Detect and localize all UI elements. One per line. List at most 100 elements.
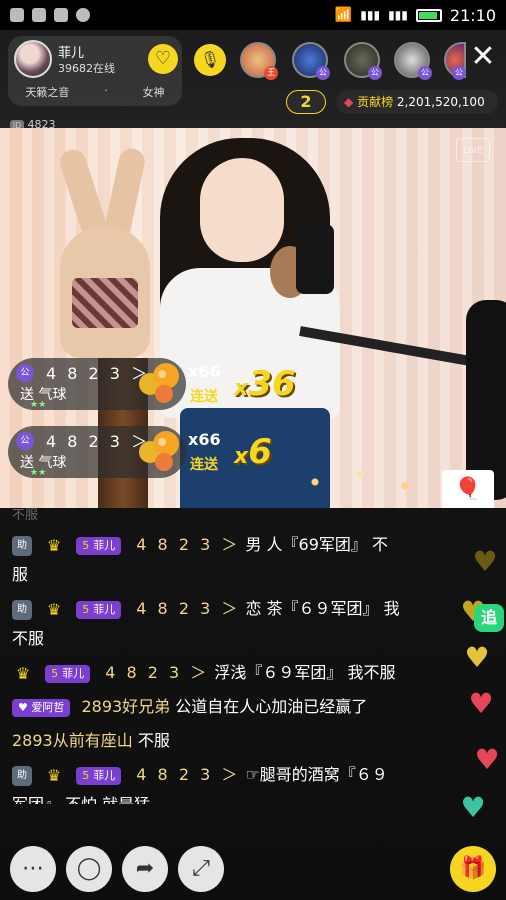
chat-faded-line: 不服	[12, 508, 39, 523]
balloon-icon	[139, 363, 179, 403]
fan-badge: 5 菲儿	[76, 766, 122, 785]
chat-text: 不服	[137, 731, 170, 750]
host-tags: 天籁之音 · 女神	[8, 84, 182, 100]
gift-combo-number: 6	[248, 432, 272, 472]
chat-username[interactable]: 2893好兄弟	[81, 697, 170, 716]
chat-message: 助 ♛ 5 菲儿 4 8 2 3 ＞ 男 人『69军团』 不服	[12, 530, 402, 590]
assistant-badge: 助	[12, 599, 32, 620]
gift-user-badge-icon: 公	[16, 364, 34, 382]
smiley-icon	[76, 8, 90, 22]
chat-message: 助 ♛ 5菲儿 4 8 2 3 ＞ ☞腿哥的酒窝『６９军团』 不怕 就是猛	[12, 760, 402, 804]
follow-button[interactable]: ♡	[148, 44, 178, 74]
host-avatar[interactable]	[14, 40, 52, 78]
studio-microphone	[296, 224, 334, 294]
bunny-toy-dress	[72, 278, 138, 328]
crown-icon: ♛	[46, 535, 62, 555]
chat-button[interactable]: ◯	[66, 846, 112, 892]
chat-username[interactable]: 4 8 2 3 ＞	[136, 535, 240, 554]
close-button[interactable]: ✕	[466, 40, 500, 74]
live-room-screen: 📶 ▮▮▮ ▮▮▮ 21:10 菲儿 39682在线 ♡ 天籁之音 · 女神 🎙…	[0, 0, 506, 900]
link-mic-button[interactable]: 🎙	[194, 44, 226, 76]
gift-button[interactable]: 🎁	[450, 846, 496, 892]
contrib-value: 2,201,520,100	[396, 95, 485, 109]
gift-stars-icon: ★★	[30, 468, 47, 478]
status-left-icons	[10, 8, 90, 22]
chat-message: ♥ 爱阿哲 2893好兄弟 公道自在人心加油已经赢了	[12, 692, 402, 722]
floating-heart-icon: ♥	[468, 687, 494, 720]
assistant-badge: 助	[12, 765, 32, 786]
balloon-gift-thumbnail[interactable]: 🎈	[442, 470, 494, 508]
gift-combo: x6	[234, 432, 272, 472]
host-online-count: 39682在线	[58, 62, 115, 75]
signal-icon: ▮▮▮	[388, 8, 408, 22]
fullscreen-button[interactable]: ⤢	[178, 846, 224, 892]
gift-combo: x36	[234, 364, 296, 404]
fan-badge: ♥ 爱阿哲	[12, 698, 71, 717]
host-tag: 天籁之音	[25, 86, 70, 99]
singer-face	[200, 158, 284, 262]
fan-name: 爱阿哲	[31, 700, 65, 714]
wifi-icon: 📶	[334, 7, 353, 23]
gallery-icon	[54, 8, 68, 22]
fan-badge: 5 菲儿	[76, 536, 122, 555]
more-dots-icon: ⋯	[22, 856, 44, 881]
gift-sender[interactable]: 4 8 2 3 ＞	[46, 428, 150, 452]
gift-combo-label: 连送	[190, 457, 218, 473]
viewer-badge: 公	[316, 66, 330, 80]
qq-alt-icon	[32, 8, 46, 22]
viewer-badge: 公	[452, 66, 466, 80]
floating-heart-icon: ♥	[460, 791, 486, 824]
viewer-avatar[interactable]: 公	[394, 42, 432, 80]
chat-message: ♛ 5 菲儿 4 8 2 3 ＞ 浮浅『６９军团』 我不服	[12, 658, 402, 688]
chat-username[interactable]: 2893从前有座山	[12, 731, 133, 750]
floating-heart-icon: ♥	[472, 545, 498, 578]
viewer-avatar[interactable]: 公	[444, 42, 466, 80]
gift-banner: 公 4 8 2 3 ＞ 送 气球 ★★ x66 连送 x36	[8, 358, 308, 410]
gift-count: x66	[188, 430, 221, 449]
viewer-badge: 公	[368, 66, 382, 80]
viewer-avatar[interactable]: 公	[292, 42, 330, 80]
microphone-icon: 🎙	[199, 50, 221, 69]
viewer-avatar[interactable]: 王	[240, 42, 278, 80]
gift-sender[interactable]: 4 8 2 3 ＞	[46, 360, 150, 384]
fan-level: 5	[82, 768, 90, 782]
fan-level: 5	[82, 602, 90, 616]
balloon-icon	[139, 431, 179, 471]
viewer-avatar[interactable]: 公	[344, 42, 382, 80]
clock: 21:10	[449, 5, 496, 25]
fan-name: 菲儿	[93, 768, 116, 782]
contribution-rank-button[interactable]: ◆ 贡献榜 2,201,520,100	[336, 90, 498, 114]
floating-heart-icon: ♥	[464, 641, 490, 674]
chat-list[interactable]: 助 ♛ 5 菲儿 4 8 2 3 ＞ 男 人『69军团』 不服 助 ♛ 5 菲儿 4…	[12, 530, 402, 808]
hour-rank-button[interactable]: 2	[286, 90, 326, 114]
bottom-toolbar: ⋯ ◯ ➦ ⤢ 🎁	[0, 840, 506, 900]
more-button[interactable]: ⋯	[10, 846, 56, 892]
chat-text: 公道自在人心加油已经赢了	[175, 697, 368, 716]
heart-plus-icon: ♡	[154, 48, 172, 69]
fan-name: 菲儿	[93, 538, 116, 552]
expand-icon: ⤢	[192, 856, 210, 881]
crown-icon: ♛	[46, 765, 62, 785]
host-name: 菲儿	[58, 46, 85, 61]
host-card[interactable]: 菲儿 39682在线 ♡ 天籁之音 · 女神	[8, 36, 182, 106]
chat-username[interactable]: 4 8 2 3 ＞	[105, 663, 209, 682]
share-icon: ➦	[135, 856, 155, 881]
chat-username[interactable]: 4 8 2 3 ＞	[136, 765, 240, 784]
share-button[interactable]: ➦	[122, 846, 168, 892]
close-icon: ✕	[470, 39, 496, 74]
chat-message: 助 ♛ 5 菲儿 4 8 2 3 ＞ 恋 茶『６９军团』 我不服	[12, 594, 402, 654]
fan-level: 5	[51, 666, 59, 680]
viewer-badge: 王	[264, 66, 278, 80]
fan-badge: 5 菲儿	[76, 600, 122, 619]
gift-combo-label: 连送	[190, 389, 218, 405]
live-watermark: LIVE	[456, 138, 490, 162]
status-right-icons: 📶 ▮▮▮ ▮▮▮ 21:10	[335, 6, 496, 25]
gift-banner: 公 4 8 2 3 ＞ 送 气球 ★★ x66 连送 x6	[8, 426, 308, 478]
floating-heart-icon: ♥	[474, 743, 500, 776]
fan-badge: 5 菲儿	[45, 664, 91, 683]
gift-stars-icon: ★★	[30, 400, 47, 410]
crown-icon: ♛	[46, 599, 62, 619]
chat-username[interactable]: 4 8 2 3 ＞	[136, 599, 240, 618]
crown-icon: ♛	[15, 663, 31, 683]
gift-count: x66	[188, 362, 221, 381]
